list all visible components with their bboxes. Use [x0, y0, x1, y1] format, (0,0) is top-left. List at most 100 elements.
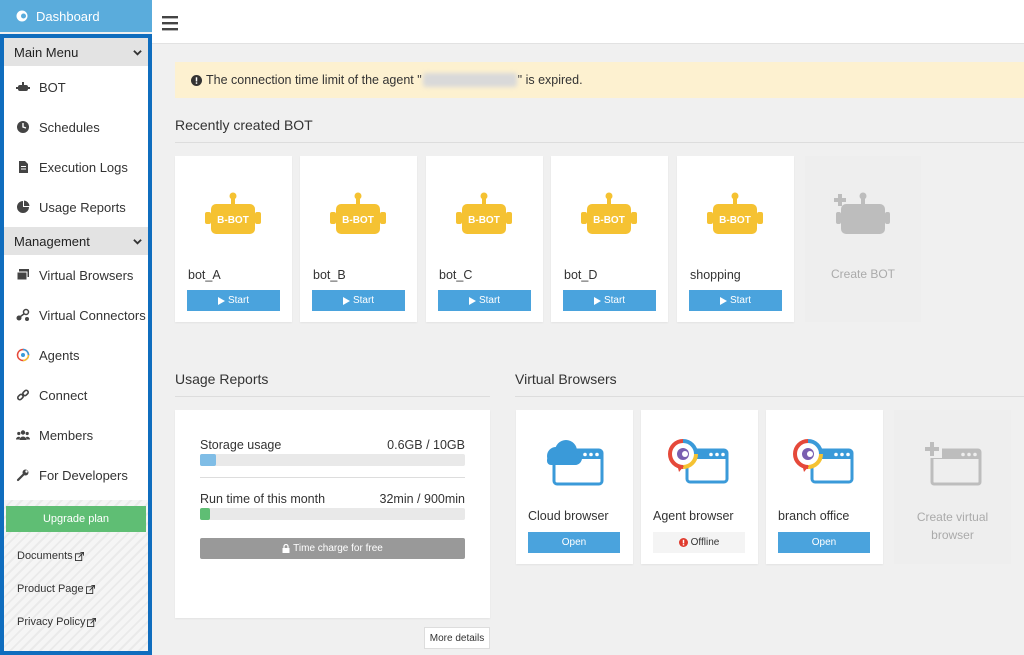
storage-usage-fill	[200, 454, 216, 466]
privacy-policy-link-label: Privacy Policy	[17, 616, 86, 628]
create-bot-card[interactable]: Create BOT	[805, 156, 921, 322]
usage-reports-title: Usage Reports	[175, 371, 269, 387]
robot-icon: B-BOT	[330, 192, 386, 234]
play-icon	[217, 296, 225, 305]
play-icon	[719, 296, 727, 305]
sidebar-item-label: Execution Logs	[39, 159, 128, 175]
offline-label: Offline	[690, 537, 720, 548]
divider	[175, 396, 490, 397]
sidebar-item-connect[interactable]: Connect	[4, 375, 148, 415]
open-button[interactable]: Open	[528, 532, 620, 553]
start-label: Start	[603, 295, 626, 306]
chevron-down-icon	[133, 238, 142, 245]
open-button[interactable]: Open	[778, 532, 870, 553]
sidebar-item-execution-logs[interactable]: Execution Logs	[4, 147, 148, 187]
robot-icon	[16, 82, 30, 91]
play-icon	[342, 296, 350, 305]
runtime-label: Run time of this month	[200, 492, 326, 506]
document-icon	[19, 161, 28, 173]
bot-card[interactable]: B-BOT bot_D Start	[551, 156, 668, 322]
runtime-bar	[200, 508, 465, 520]
bot-name: bot_B	[313, 268, 346, 282]
browser-name: branch office	[778, 509, 850, 523]
more-details-button[interactable]: More details	[424, 627, 490, 649]
start-label: Start	[729, 295, 752, 306]
bot-card[interactable]: B-BOT bot_C Start	[426, 156, 543, 322]
wrench-icon	[16, 469, 29, 482]
product-page-link-label: Product Page	[17, 583, 84, 595]
create-vb-line1: Create virtual	[916, 510, 989, 524]
start-button[interactable]: Start	[187, 290, 280, 311]
product-page-link[interactable]: Product Page	[17, 583, 95, 595]
management-header[interactable]: Management	[4, 227, 148, 255]
branch-office-card[interactable]: branch office Open	[766, 410, 883, 564]
start-button[interactable]: Start	[563, 290, 656, 311]
start-label: Start	[478, 295, 501, 306]
offline-status: Offline	[653, 532, 745, 553]
sidebar-item-label: Connect	[39, 387, 88, 403]
alert-text-prefix: The connection time limit of the agent "	[206, 73, 422, 87]
pie-chart-icon	[17, 200, 30, 213]
storage-usage-label: Storage usage	[200, 438, 282, 452]
bot-name: bot_D	[564, 268, 598, 282]
runtime-fill	[200, 508, 210, 520]
users-icon	[16, 430, 30, 440]
dashboard-link[interactable]: Dashboard	[0, 0, 152, 32]
link-icon	[16, 389, 30, 401]
robot-icon: B-BOT	[205, 192, 261, 234]
start-button[interactable]: Start	[312, 290, 405, 311]
sidebar-item-label: Virtual Connectors	[39, 307, 146, 323]
divider	[515, 396, 1024, 397]
bot-name: bot_A	[188, 268, 221, 282]
documents-link[interactable]: Documents	[17, 550, 84, 562]
external-link-icon	[85, 584, 95, 594]
sidebar-item-agents[interactable]: Agents	[4, 335, 148, 375]
management-label: Management	[14, 233, 90, 249]
documents-link-label: Documents	[17, 550, 73, 562]
create-virtual-browser-card[interactable]: Create virtual browser	[894, 410, 1011, 564]
external-link-icon	[74, 551, 84, 561]
browser-name: Agent browser	[653, 509, 734, 523]
sidebar-item-for-developers[interactable]: For Developers	[4, 455, 148, 495]
privacy-policy-link[interactable]: Privacy Policy	[17, 616, 97, 628]
clock-icon	[17, 121, 29, 133]
connection-expired-alert: The connection time limit of the agent "…	[175, 62, 1024, 98]
sidebar-item-members[interactable]: Members	[4, 415, 148, 455]
agent-icon	[16, 348, 30, 362]
sidebar-item-label: For Developers	[39, 467, 128, 483]
robot-icon: B-BOT	[581, 192, 637, 234]
bot-card[interactable]: B-BOT bot_B Start	[300, 156, 417, 322]
sidebar-item-virtual-connectors[interactable]: Virtual Connectors	[4, 295, 148, 335]
main-menu-header[interactable]: Main Menu	[4, 38, 148, 66]
sidebar-item-label: Usage Reports	[39, 199, 126, 215]
browser-name: Cloud browser	[528, 509, 609, 523]
sidebar-item-bot[interactable]: BOT	[4, 67, 148, 107]
runtime-row: Run time of this month 32min / 900min	[200, 492, 465, 506]
bot-badge-text: B-BOT	[217, 215, 249, 226]
start-button[interactable]: Start	[689, 290, 782, 311]
storage-usage-bar	[200, 454, 465, 466]
create-vb-line2: browser	[931, 528, 974, 542]
agent-browser-card[interactable]: Agent browser Offline	[641, 410, 758, 564]
bot-name: bot_C	[439, 268, 473, 282]
hamburger-menu-icon[interactable]	[162, 15, 178, 31]
sidebar-item-label: Members	[39, 427, 94, 443]
agent-browser-icon	[793, 439, 854, 484]
browser-plus-icon	[924, 442, 982, 486]
bot-name: shopping	[690, 268, 741, 282]
sidebar-item-label: BOT	[39, 79, 66, 95]
divider	[175, 142, 1024, 143]
sidebar-item-schedules[interactable]: Schedules	[4, 107, 148, 147]
sidebar-item-virtual-browsers[interactable]: Virtual Browsers	[4, 255, 148, 295]
upgrade-plan-button[interactable]: Upgrade plan	[6, 506, 146, 532]
sidebar-item-usage-reports[interactable]: Usage Reports	[4, 187, 148, 227]
dashboard-title: Dashboard	[36, 8, 100, 24]
redacted-agent-name	[422, 73, 517, 87]
create-bot-label: Create BOT	[830, 267, 896, 281]
cloud-browser-icon	[547, 440, 604, 486]
bot-card[interactable]: B-BOT bot_A Start	[175, 156, 292, 322]
start-button[interactable]: Start	[438, 290, 531, 311]
bot-card[interactable]: B-BOT shopping Start	[677, 156, 794, 322]
cloud-browser-card[interactable]: Cloud browser Open	[516, 410, 633, 564]
usage-reports-card: Storage usage 0.6GB / 10GB Run time of t…	[175, 410, 490, 618]
